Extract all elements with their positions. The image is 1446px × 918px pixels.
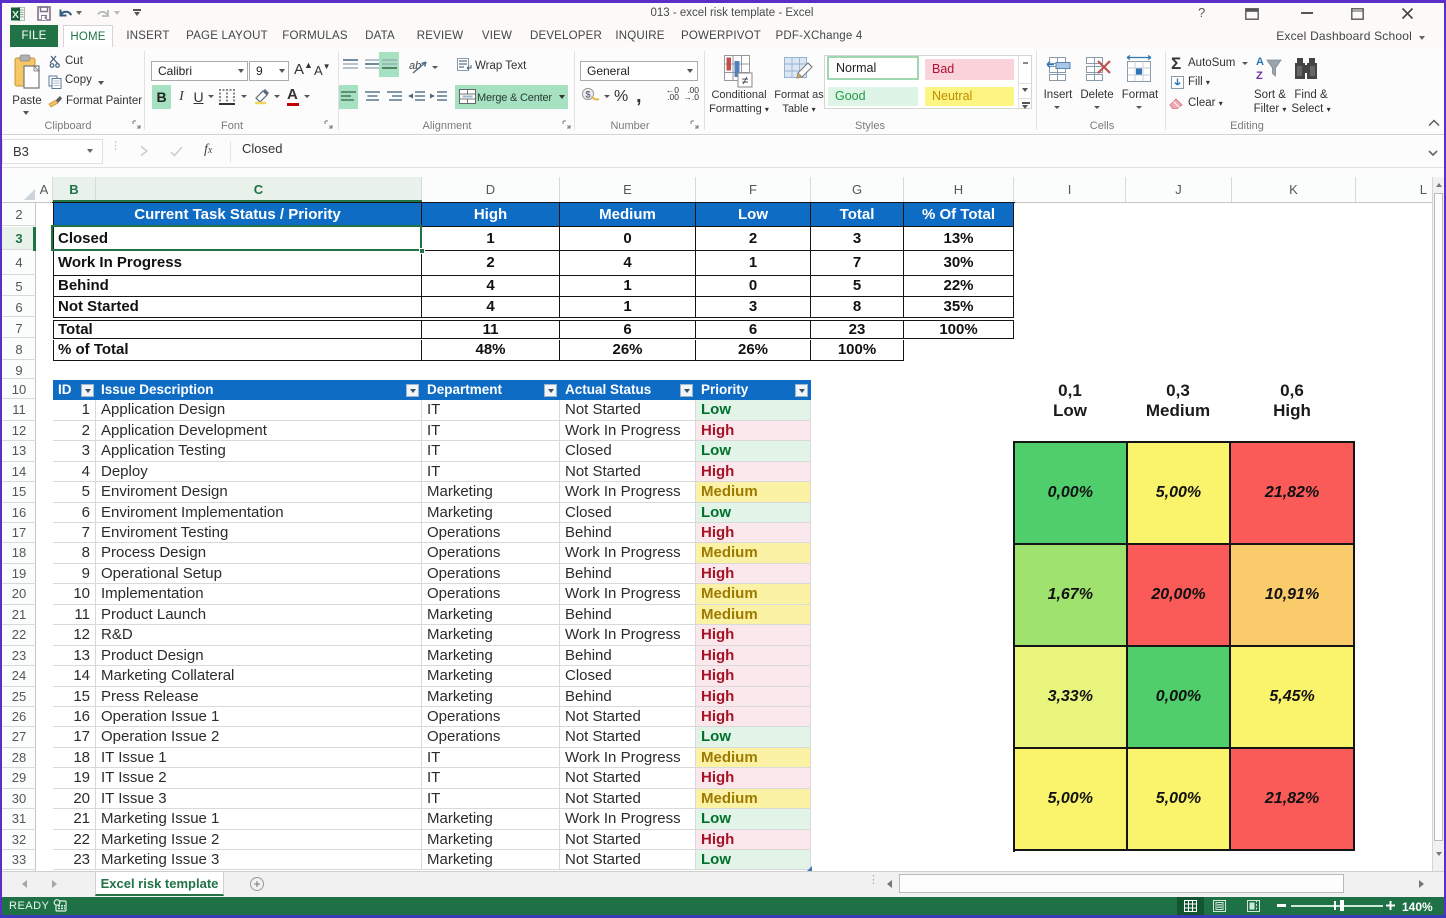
svg-text:X: X [12, 9, 19, 21]
svg-text:$: $ [585, 90, 590, 100]
svg-text:A: A [1256, 56, 1264, 68]
svg-text:Z: Z [1256, 70, 1263, 82]
svg-text:≠: ≠ [742, 74, 749, 88]
svg-text:ab: ab [409, 60, 421, 72]
